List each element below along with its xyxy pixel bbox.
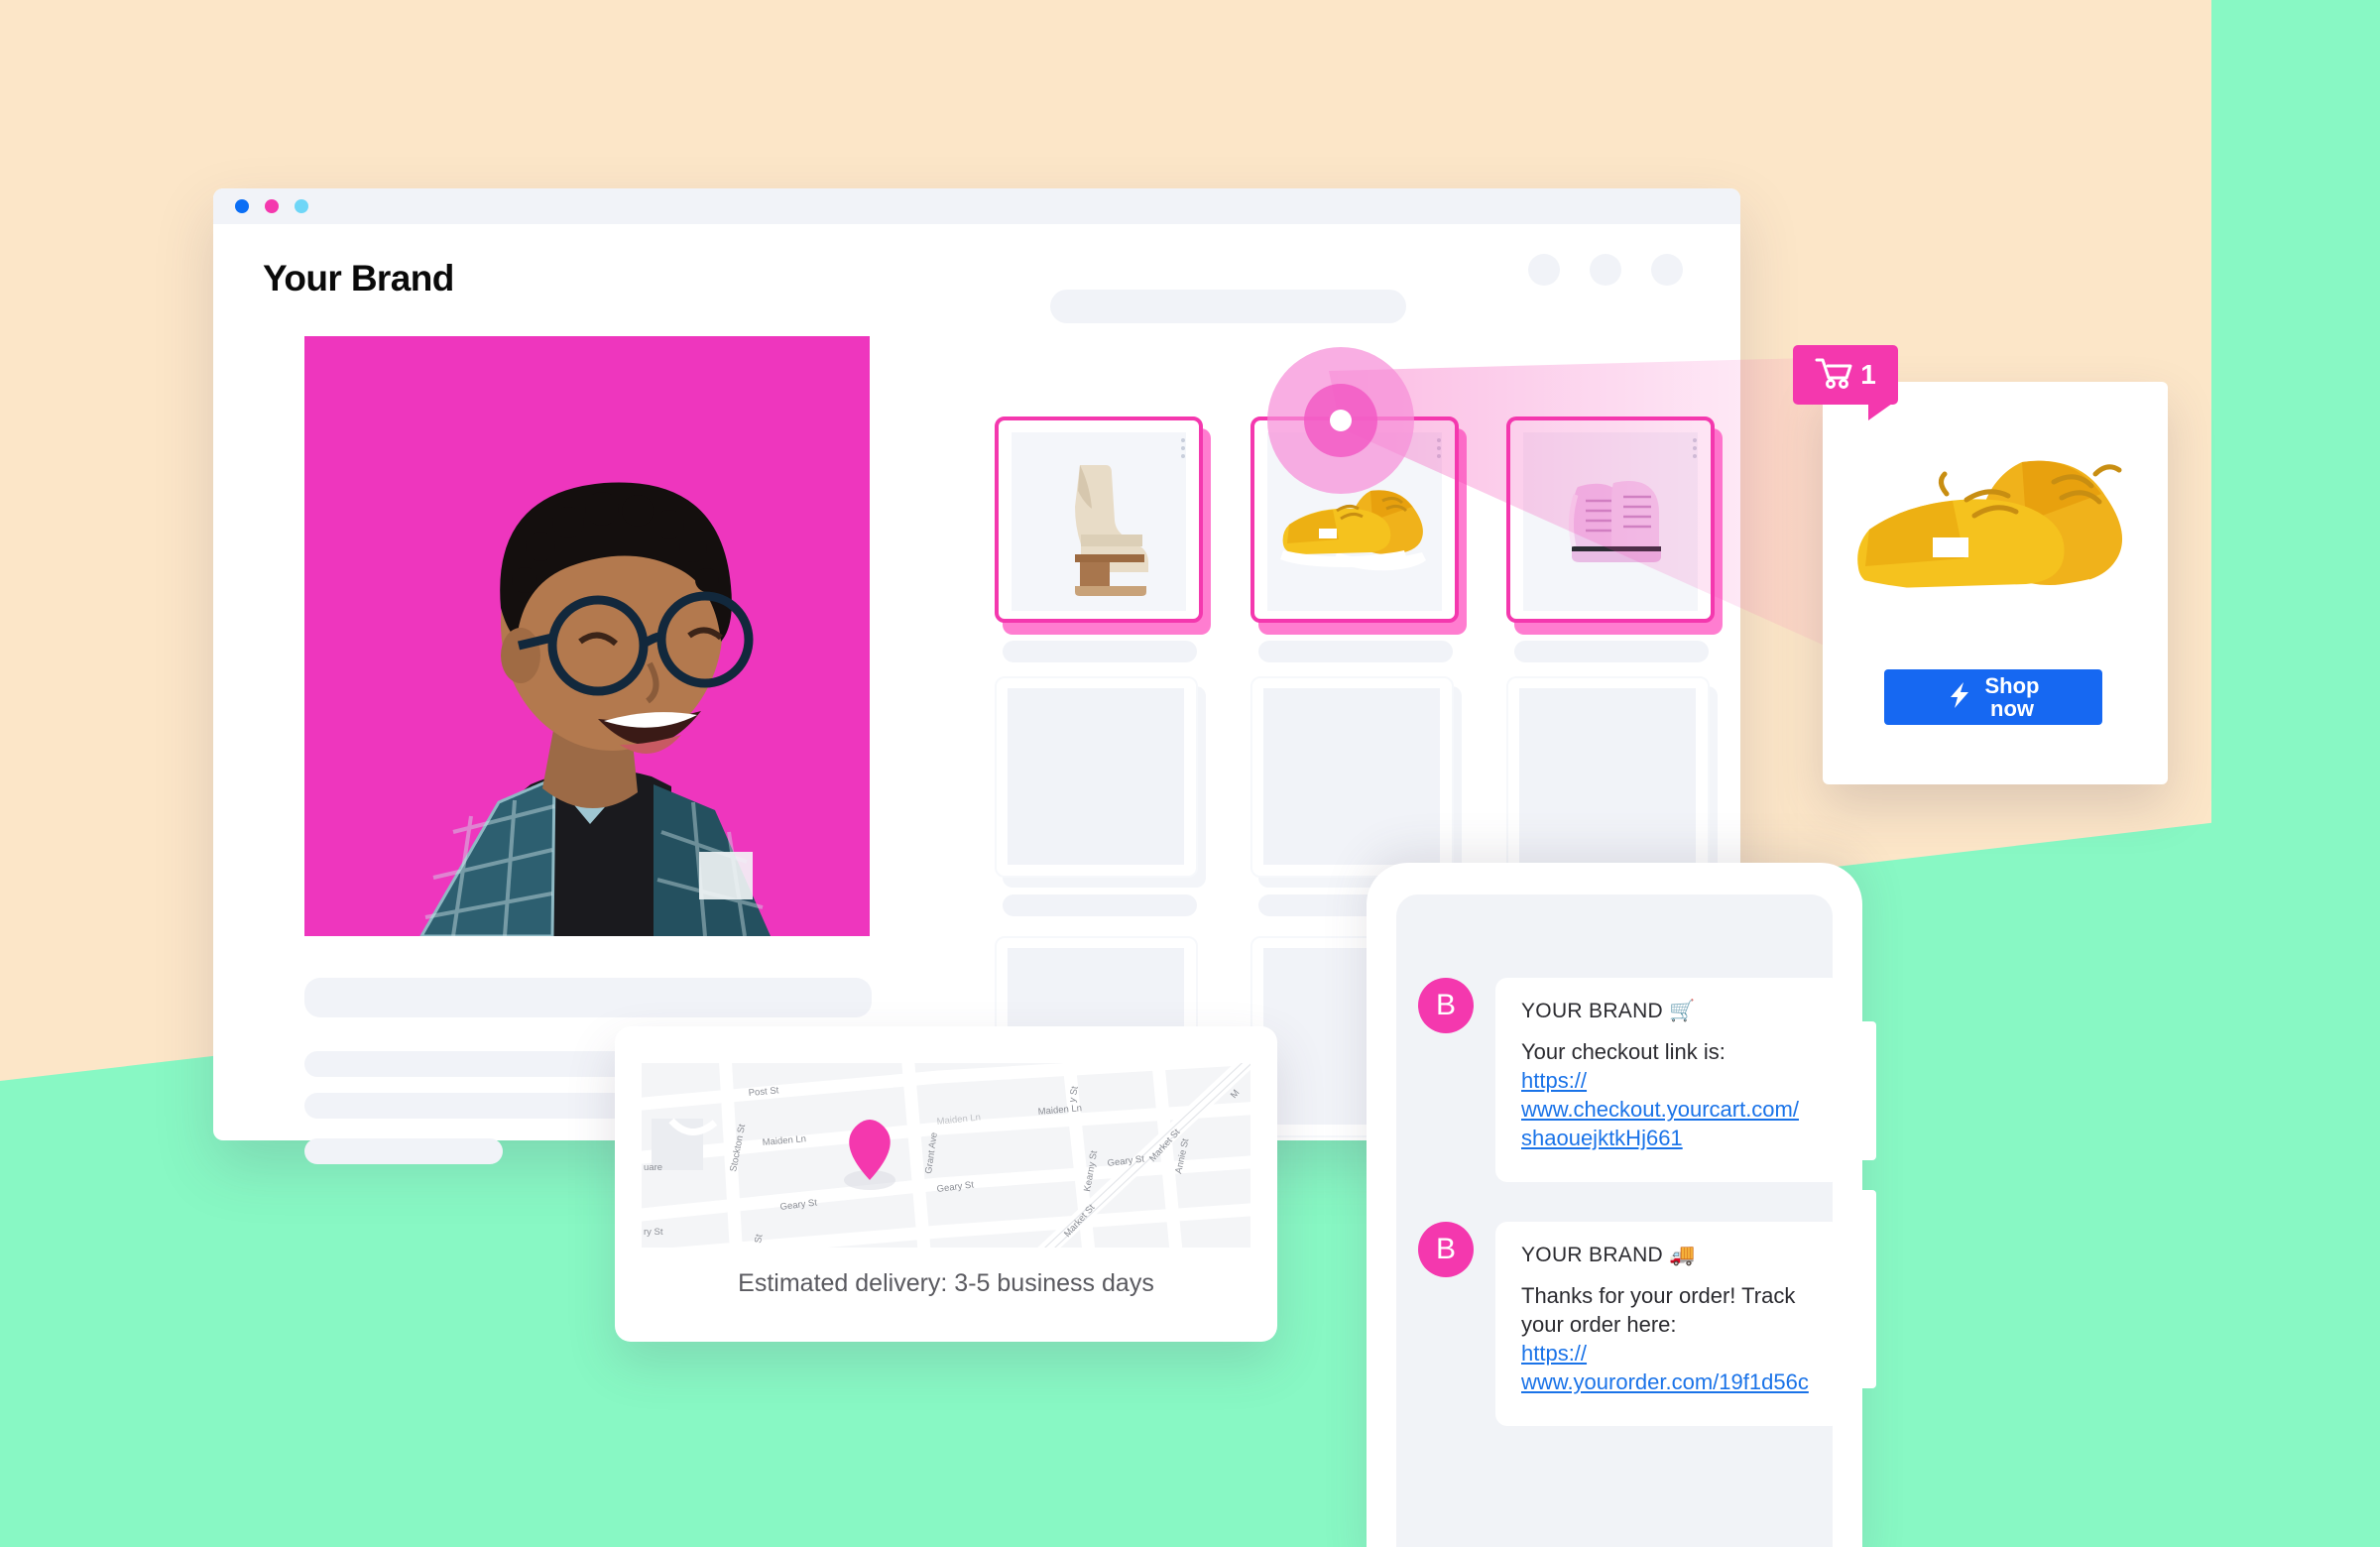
delivery-map-card: Post St Stockton St Maiden Ln Maiden Ln … bbox=[615, 1026, 1277, 1342]
chat-link-line-1[interactable]: https:// bbox=[1521, 1068, 1587, 1093]
browser-chrome-bar bbox=[213, 188, 1740, 224]
product-label-skeleton bbox=[1514, 641, 1709, 662]
map-view[interactable]: Post St Stockton St Maiden Ln Maiden Ln … bbox=[642, 1063, 1250, 1248]
product-image-lilac-hightops bbox=[1523, 432, 1698, 611]
nav-placeholder-group bbox=[1528, 254, 1683, 286]
avatar: B bbox=[1418, 1222, 1474, 1277]
hero-image bbox=[304, 336, 870, 936]
product-card-yellow-sneakers[interactable] bbox=[1250, 416, 1459, 623]
shop-now-line-2: now bbox=[1990, 696, 2034, 721]
phone-mockup: B YOUR BRAND 🛒 Your checkout link is: ht… bbox=[1367, 863, 1876, 1547]
product-options-icon[interactable] bbox=[1437, 438, 1441, 458]
product-image-placeholder bbox=[1008, 688, 1184, 865]
product-label-skeleton bbox=[1003, 894, 1197, 916]
product-card-slot-1 bbox=[995, 416, 1211, 662]
product-card-slot-2 bbox=[1250, 416, 1467, 662]
chat-sender-name: YOUR BRAND 🚚 bbox=[1521, 1244, 1696, 1266]
cart-icon bbox=[1815, 357, 1852, 394]
product-card-slot-4 bbox=[995, 676, 1208, 916]
mockup-stage: Your Brand Shop now 1 Post St Stockton S… bbox=[0, 0, 2380, 1547]
product-image-yellow-sneakers bbox=[1267, 432, 1442, 611]
product-image-placeholder bbox=[1519, 688, 1696, 865]
product-card-slot-6 bbox=[1506, 676, 1720, 916]
browser-content: Your Brand bbox=[213, 224, 1740, 299]
product-card-lilac-hightops[interactable] bbox=[1506, 416, 1715, 623]
phone-volume-button[interactable] bbox=[1862, 1021, 1876, 1160]
shop-now-card: Shop now bbox=[1823, 382, 2168, 784]
product-image-placeholder bbox=[1263, 688, 1440, 865]
phone-power-button[interactable] bbox=[1862, 1190, 1876, 1388]
nav-placeholder-2[interactable] bbox=[1590, 254, 1621, 286]
nav-placeholder-1[interactable] bbox=[1528, 254, 1560, 286]
chat-link-line-1[interactable]: https:// bbox=[1521, 1341, 1587, 1366]
product-card-boot[interactable] bbox=[995, 416, 1203, 623]
traffic-light-blue-dot[interactable] bbox=[235, 199, 249, 213]
svg-text:uare: uare bbox=[644, 1162, 662, 1173]
traffic-light-cyan-dot[interactable] bbox=[295, 199, 308, 213]
hero-text-skeleton-1 bbox=[304, 978, 872, 1017]
page-title: Your Brand bbox=[263, 258, 454, 298]
chat-text: Thanks for your order! Track your order … bbox=[1521, 1283, 1796, 1338]
svg-text:ry St: ry St bbox=[644, 1227, 663, 1238]
shop-card-product-image bbox=[1846, 410, 2144, 638]
hero-text-skeleton-4 bbox=[304, 1138, 503, 1164]
product-card-slot-3 bbox=[1506, 416, 1723, 662]
nav-placeholder-3[interactable] bbox=[1651, 254, 1683, 286]
product-card-placeholder[interactable] bbox=[1506, 676, 1710, 878]
chat-message-2: B YOUR BRAND 🚚 Thanks for your order! Tr… bbox=[1418, 1222, 1833, 1427]
product-options-icon[interactable] bbox=[1693, 438, 1697, 458]
cart-badge[interactable]: 1 bbox=[1793, 345, 1898, 420]
chat-message-1: B YOUR BRAND 🛒 Your checkout link is: ht… bbox=[1418, 978, 1833, 1183]
chat-bubble[interactable]: YOUR BRAND 🛒 Your checkout link is: http… bbox=[1495, 978, 1833, 1183]
product-label-skeleton bbox=[1258, 641, 1453, 662]
chat-link-line-3[interactable]: shaouejktkHj661 bbox=[1521, 1126, 1683, 1150]
product-card-placeholder[interactable] bbox=[995, 676, 1198, 878]
shop-now-line-1: Shop bbox=[1984, 672, 2040, 698]
traffic-light-pink-dot[interactable] bbox=[265, 199, 279, 213]
product-card-slot-5 bbox=[1250, 676, 1464, 916]
shop-now-button-label: Shop now bbox=[1985, 674, 2040, 720]
chat-text: Your checkout link is: bbox=[1521, 1039, 1726, 1064]
shop-now-button[interactable]: Shop now bbox=[1884, 669, 2102, 725]
cart-count: 1 bbox=[1860, 359, 1876, 390]
delivery-estimate-caption: Estimated delivery: 3-5 business days bbox=[738, 1269, 1154, 1297]
product-options-icon[interactable] bbox=[1181, 438, 1185, 458]
chat-link-line-2[interactable]: www.yourorder.com/19f1d56c bbox=[1521, 1369, 1809, 1394]
chat-sender-name: YOUR BRAND 🛒 bbox=[1521, 1000, 1696, 1022]
avatar: B bbox=[1418, 978, 1474, 1033]
search-input[interactable] bbox=[1050, 290, 1406, 323]
product-image-boot bbox=[1012, 432, 1186, 611]
chat-link-line-2[interactable]: www.checkout.yourcart.com/ bbox=[1521, 1097, 1799, 1122]
chat-bubble[interactable]: YOUR BRAND 🚚 Thanks for your order! Trac… bbox=[1495, 1222, 1833, 1427]
chat-body: Your checkout link is: https:// www.chec… bbox=[1521, 1037, 1817, 1152]
product-label-skeleton bbox=[1003, 641, 1197, 662]
lightning-bolt-icon bbox=[1948, 680, 1971, 714]
chat-body: Thanks for your order! Track your order … bbox=[1521, 1281, 1817, 1396]
phone-screen: B YOUR BRAND 🛒 Your checkout link is: ht… bbox=[1396, 894, 1833, 1547]
product-card-placeholder[interactable] bbox=[1250, 676, 1454, 878]
